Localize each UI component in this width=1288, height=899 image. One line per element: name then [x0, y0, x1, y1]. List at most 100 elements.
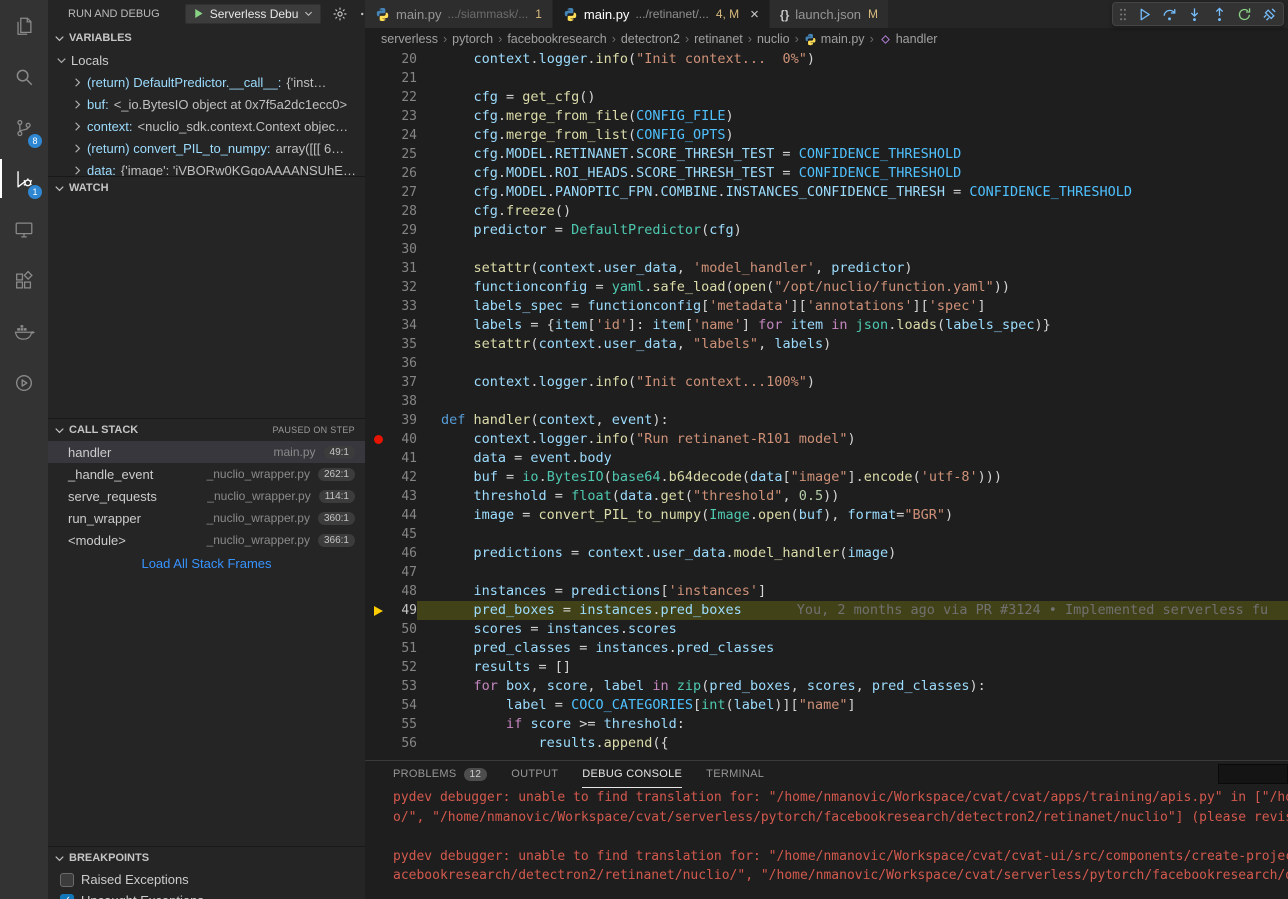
code-line-52[interactable]: 52 results = []: [365, 658, 1288, 677]
console-filter-input[interactable]: [1218, 764, 1288, 784]
code-line-34[interactable]: 34 labels = {item['id']: item['name'] fo…: [365, 316, 1288, 335]
stack-frame[interactable]: handlermain.py49:1: [48, 441, 365, 463]
code-line-43[interactable]: 43 threshold = float(data.get("threshold…: [365, 487, 1288, 506]
breakpoint-gutter[interactable]: [365, 734, 391, 753]
step-into-button[interactable]: [1183, 3, 1205, 25]
breakpoint-gutter[interactable]: [365, 259, 391, 278]
activity-item-extensions[interactable]: [0, 255, 48, 306]
disconnect-button[interactable]: [1258, 3, 1280, 25]
panel-tab-debug-console[interactable]: DEBUG CONSOLE: [582, 761, 682, 788]
breakpoint-gutter[interactable]: [365, 164, 391, 183]
variable-row[interactable]: context:<nuclio_sdk.context.Context obje…: [48, 115, 365, 137]
call-stack-section-header[interactable]: CALL STACK PAUSED ON STEP: [48, 419, 365, 441]
breakpoint-gutter[interactable]: [365, 696, 391, 715]
breakpoint-gutter[interactable]: [365, 563, 391, 582]
panel-tab-problems[interactable]: PROBLEMS12: [393, 761, 487, 788]
breakpoint-gutter[interactable]: [365, 525, 391, 544]
breakpoint-gutter[interactable]: [365, 145, 391, 164]
breakpoint-gutter[interactable]: [365, 677, 391, 696]
variable-row[interactable]: buf:<_io.BytesIO object at 0x7f5a2dc1ecc…: [48, 93, 365, 115]
breadcrumb-item[interactable]: nuclio: [757, 32, 790, 46]
breakpoint-gutter[interactable]: [365, 487, 391, 506]
current-frame-icon[interactable]: [365, 601, 391, 620]
breakpoint-gutter[interactable]: [365, 544, 391, 563]
code-line-55[interactable]: 55 if score >= threshold:: [365, 715, 1288, 734]
breakpoint-icon[interactable]: [365, 430, 391, 449]
code-line-56[interactable]: 56 results.append({: [365, 734, 1288, 753]
code-line-51[interactable]: 51 pred_classes = instances.pred_classes: [365, 639, 1288, 658]
code-line-20[interactable]: 20 context.logger.info("Init context... …: [365, 50, 1288, 69]
stack-frame[interactable]: run_wrapper_nuclio_wrapper.py360:1: [48, 507, 365, 529]
panel-tab-output[interactable]: OUTPUT: [511, 761, 558, 788]
breakpoint-gutter[interactable]: [365, 69, 391, 88]
code-line-31[interactable]: 31 setattr(context.user_data, 'model_han…: [365, 259, 1288, 278]
load-all-stack-frames-link[interactable]: Load All Stack Frames: [48, 556, 365, 571]
gear-icon[interactable]: [332, 6, 348, 22]
breakpoint-row[interactable]: Raised Exceptions: [48, 869, 365, 890]
code-line-35[interactable]: 35 setattr(context.user_data, "labels", …: [365, 335, 1288, 354]
code-line-38[interactable]: 38: [365, 392, 1288, 411]
code-line-36[interactable]: 36: [365, 354, 1288, 373]
breadcrumb-item[interactable]: detectron2: [621, 32, 680, 46]
activity-item-search[interactable]: [0, 51, 48, 102]
breakpoints-section-header[interactable]: BREAKPOINTS: [48, 847, 365, 869]
code-line-48[interactable]: 48 instances = predictions['instances']: [365, 582, 1288, 601]
activity-item-remote-explorer[interactable]: [0, 204, 48, 255]
editor-tab-1[interactable]: main.py.../retinanet/...4, M×: [553, 0, 770, 28]
variable-row[interactable]: data:{'image': 'iVBORw0KGgoAAAANSUhE…: [48, 159, 365, 176]
activity-item-run-and-debug[interactable]: 1: [0, 153, 48, 204]
breakpoint-gutter[interactable]: [365, 126, 391, 145]
variable-row[interactable]: (return) DefaultPredictor.__call__:{'ins…: [48, 71, 365, 93]
stack-frame[interactable]: serve_requests_nuclio_wrapper.py114:1: [48, 485, 365, 507]
launch-config-select[interactable]: Serverless Debu: [185, 4, 322, 24]
step-over-button[interactable]: [1158, 3, 1180, 25]
checkbox-checked[interactable]: ✓: [60, 894, 74, 899]
drag-handle-icon[interactable]: [1116, 7, 1130, 22]
breakpoint-gutter[interactable]: [365, 50, 391, 69]
breakpoint-gutter[interactable]: [365, 373, 391, 392]
breakpoint-gutter[interactable]: [365, 620, 391, 639]
breakpoint-gutter[interactable]: [365, 658, 391, 677]
code-line-46[interactable]: 46 predictions = context.user_data.model…: [365, 544, 1288, 563]
start-debugging-icon[interactable]: [192, 7, 205, 20]
panel-tab-terminal[interactable]: TERMINAL: [706, 761, 764, 788]
scope-locals[interactable]: Locals: [48, 49, 365, 71]
continue-button[interactable]: [1133, 3, 1155, 25]
code-line-39[interactable]: 39def handler(context, event):: [365, 411, 1288, 430]
code-line-53[interactable]: 53 for box, score, label in zip(pred_box…: [365, 677, 1288, 696]
breakpoint-gutter[interactable]: [365, 278, 391, 297]
code-line-22[interactable]: 22 cfg = get_cfg(): [365, 88, 1288, 107]
code-line-40[interactable]: 40 context.logger.info("Run retinanet-R1…: [365, 430, 1288, 449]
breakpoint-row[interactable]: ✓Uncaught Exceptions: [48, 890, 365, 899]
code-line-44[interactable]: 44 image = convert_PIL_to_numpy(Image.op…: [365, 506, 1288, 525]
code-line-47[interactable]: 47: [365, 563, 1288, 582]
activity-item-run-circle[interactable]: [0, 357, 48, 408]
code-line-37[interactable]: 37 context.logger.info("Init context...1…: [365, 373, 1288, 392]
code-line-30[interactable]: 30: [365, 240, 1288, 259]
breakpoint-gutter[interactable]: [365, 221, 391, 240]
code-line-21[interactable]: 21: [365, 69, 1288, 88]
breadcrumb-item[interactable]: main.py: [804, 32, 865, 46]
breakpoint-gutter[interactable]: [365, 411, 391, 430]
code-line-28[interactable]: 28 cfg.freeze(): [365, 202, 1288, 221]
breakpoint-gutter[interactable]: [365, 316, 391, 335]
stack-frame[interactable]: _handle_event_nuclio_wrapper.py262:1: [48, 463, 365, 485]
breadcrumb-item[interactable]: serverless: [381, 32, 438, 46]
activity-item-explorer[interactable]: [0, 0, 48, 51]
activity-item-docker[interactable]: [0, 306, 48, 357]
code-line-32[interactable]: 32 functionconfig = yaml.safe_load(open(…: [365, 278, 1288, 297]
code-line-33[interactable]: 33 labels_spec = functionconfig['metadat…: [365, 297, 1288, 316]
breakpoint-gutter[interactable]: [365, 335, 391, 354]
watch-section-header[interactable]: WATCH: [48, 177, 365, 199]
breakpoint-gutter[interactable]: [365, 468, 391, 487]
variable-row[interactable]: (return) convert_PIL_to_numpy:array([[[ …: [48, 137, 365, 159]
breadcrumb-item[interactable]: retinanet: [694, 32, 743, 46]
code-line-41[interactable]: 41 data = event.body: [365, 449, 1288, 468]
breakpoint-gutter[interactable]: [365, 715, 391, 734]
breakpoint-gutter[interactable]: [365, 506, 391, 525]
breakpoint-gutter[interactable]: [365, 88, 391, 107]
variables-section-header[interactable]: VARIABLES: [48, 27, 365, 49]
code-line-29[interactable]: 29 predictor = DefaultPredictor(cfg): [365, 221, 1288, 240]
code-line-26[interactable]: 26 cfg.MODEL.ROI_HEADS.SCORE_THRESH_TEST…: [365, 164, 1288, 183]
breadcrumb-item[interactable]: pytorch: [452, 32, 493, 46]
